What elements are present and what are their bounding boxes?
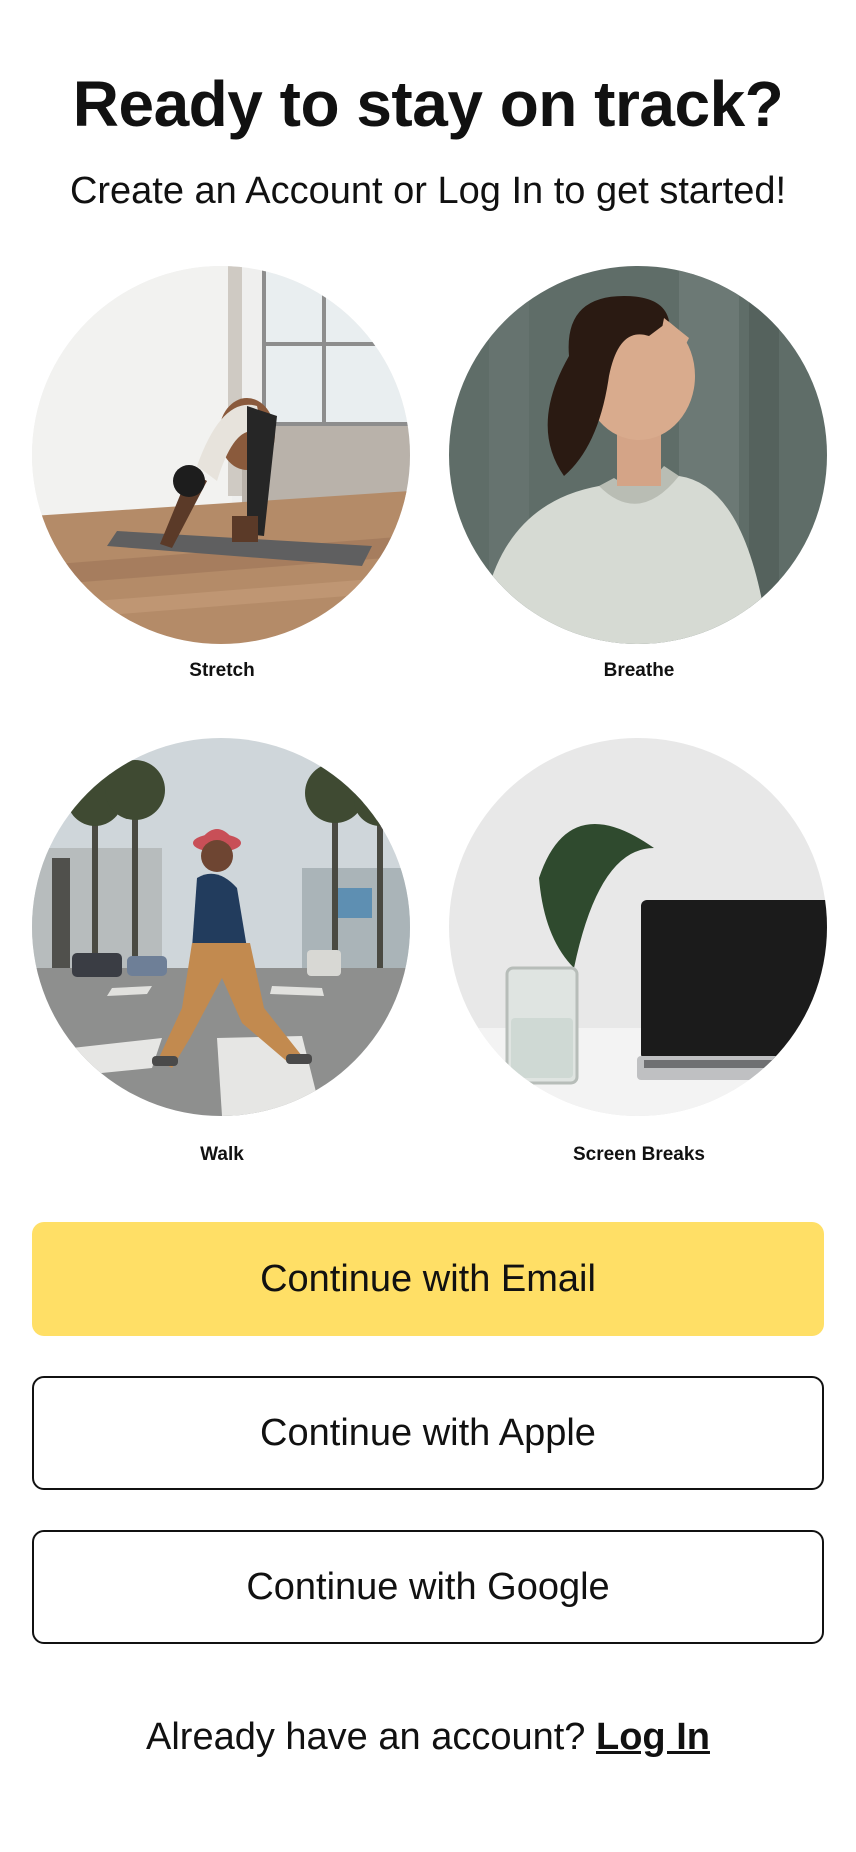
continue-with-apple-label: Continue with Apple: [260, 1411, 596, 1454]
activity-label-breathe: Breathe: [603, 660, 675, 681]
activity-tile-breathe: Breathe: [449, 266, 829, 682]
activity-tile-screen-breaks: Screen Breaks: [449, 738, 829, 1166]
continue-with-email-button[interactable]: Continue with Email: [32, 1222, 824, 1336]
continue-with-google-label: Continue with Google: [246, 1565, 610, 1608]
login-prompt-text: Already have an account?: [146, 1716, 586, 1758]
activity-tile-stretch: Stretch: [32, 266, 412, 682]
stretch-image: [32, 266, 410, 644]
breathe-image: [449, 266, 827, 644]
page-title: Ready to stay on track?: [72, 68, 784, 140]
activity-tile-walk: Walk: [32, 738, 412, 1166]
continue-with-google-button[interactable]: Continue with Google: [32, 1530, 824, 1644]
walk-image: [32, 738, 410, 1116]
screen-breaks-image: [449, 738, 827, 1116]
activity-label-stretch: Stretch: [189, 660, 255, 681]
activity-label-screen-breaks: Screen Breaks: [572, 1144, 706, 1165]
login-prompt: Already have an account? Log In: [0, 1716, 856, 1759]
page-subtitle: Create an Account or Log In to get start…: [69, 170, 787, 212]
activity-label-walk: Walk: [200, 1144, 244, 1165]
continue-with-email-label: Continue with Email: [260, 1257, 596, 1300]
log-in-link[interactable]: Log In: [596, 1716, 710, 1758]
continue-with-apple-button[interactable]: Continue with Apple: [32, 1376, 824, 1490]
